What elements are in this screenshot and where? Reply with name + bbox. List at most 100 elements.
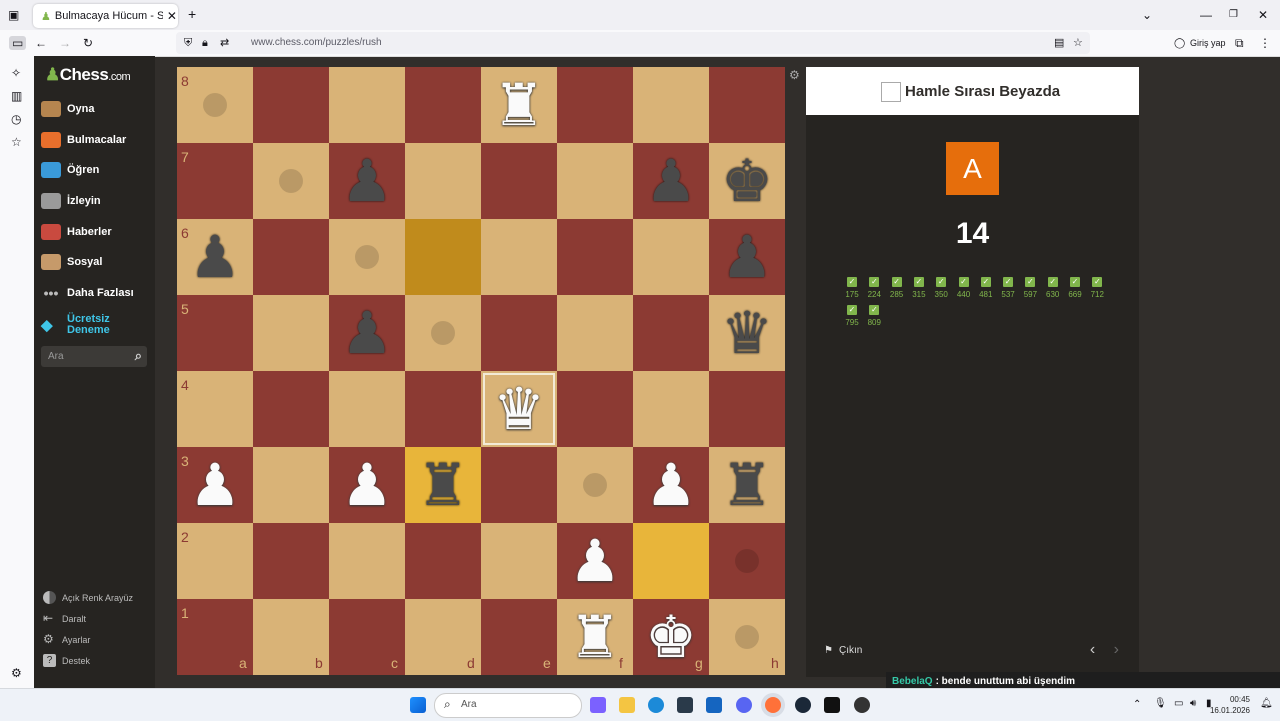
move-hint-dot[interactable] [583,473,607,497]
copilot-icon[interactable] [590,697,606,713]
bookmarks-icon[interactable]: ☆ [11,135,22,149]
piece-b-a6[interactable]: ♟ [177,219,253,295]
outlook-icon[interactable] [706,697,722,713]
move-hint-dot[interactable] [431,321,455,345]
nav-item-puzzles[interactable]: Bulmacalar [41,130,126,150]
solved-puzzle-mark[interactable]: ✓ 597 [1019,277,1041,299]
steam-icon[interactable] [795,697,811,713]
shield-icon[interactable]: ⛨ [184,36,192,50]
network-icon[interactable]: ▭ [1174,697,1183,711]
browser-tab-active[interactable]: ♟ Bulmacaya Hücum - Satranç Bu ✕ [33,4,178,28]
support-button[interactable]: ? Destek [43,654,90,667]
nav-item-watch[interactable]: İzleyin [41,191,101,211]
solved-puzzle-mark[interactable]: ✓ 285 [886,277,908,299]
square-b8[interactable] [253,67,329,143]
square-f4[interactable] [557,371,633,447]
square-f5[interactable] [557,295,633,371]
window-close-icon[interactable]: ✕ [1258,8,1268,22]
minimize-icon[interactable]: — [1200,8,1212,22]
sidebar-settings-icon[interactable]: ⚙ [11,666,22,680]
piece-w-g1[interactable]: ♚ [633,599,709,675]
piece-w-f2[interactable]: ♟ [557,523,633,599]
menu-icon[interactable]: ⋮ [1259,36,1271,50]
extensions-icon[interactable]: ⧉ [1235,36,1244,50]
move-hint-dot[interactable] [735,549,759,573]
permissions-icon[interactable]: ⇄ [220,36,229,50]
square-e3[interactable] [481,447,557,523]
square-b2[interactable] [253,523,329,599]
history-icon[interactable]: ◷ [11,112,21,126]
square-d8[interactable] [405,67,481,143]
epic-games-icon[interactable] [824,697,840,713]
firefox-icon[interactable] [765,697,781,713]
maximize-icon[interactable]: ❐ [1229,8,1238,22]
piece-b-h3[interactable]: ♜ [709,447,785,523]
piece-w-a3[interactable]: ♟ [177,447,253,523]
square-e6[interactable] [481,219,557,295]
nav-item-play[interactable]: Oyna [41,99,95,119]
edge-icon[interactable] [648,697,664,713]
solved-puzzle-mark[interactable]: ✓ 630 [1042,277,1064,299]
nav-item-news[interactable]: Haberler [41,222,112,242]
piece-w-e8[interactable]: ♜ [481,67,557,143]
piece-w-c3[interactable]: ♟ [329,447,405,523]
solved-puzzle-mark[interactable]: ✓ 712 [1086,277,1108,299]
square-f7[interactable] [557,143,633,219]
store-icon[interactable] [677,697,693,713]
discord-icon[interactable] [736,697,752,713]
solved-puzzle-mark[interactable]: ✓ 350 [930,277,952,299]
square-f8[interactable] [557,67,633,143]
light-ui-toggle[interactable]: Açık Renk Arayüz [43,591,133,604]
previous-arrow-icon[interactable]: ‹ [1090,641,1095,658]
file-explorer-icon[interactable] [619,697,635,713]
collapse-button[interactable]: ⇤ Daralt [43,612,86,625]
solved-puzzle-mark[interactable]: ✓ 809 [863,305,885,327]
search-icon[interactable]: ⌕ [135,348,142,364]
tab-overview-icon[interactable]: ▣ [8,8,19,22]
notification-bell-icon[interactable]: 🔔︎ [1260,697,1273,711]
square-h8[interactable] [709,67,785,143]
nav-item-learn[interactable]: Öğren [41,160,99,180]
move-hint-dot[interactable] [735,625,759,649]
nav-search-input[interactable]: Ara ⌕ [41,346,147,367]
forward-icon[interactable]: → [59,36,71,50]
square-d7[interactable] [405,143,481,219]
exit-button[interactable]: ⚑ Çıkın [824,645,862,656]
lock-icon[interactable]: 🔒︎ [202,36,208,50]
square-c4[interactable] [329,371,405,447]
piece-b-h6[interactable]: ♟ [709,219,785,295]
nav-item-social[interactable]: Sosyal [41,252,102,272]
back-icon[interactable]: ← [35,36,47,50]
close-tab-icon[interactable]: ✕ [167,9,177,23]
move-hint-dot[interactable] [203,93,227,117]
square-b4[interactable] [253,371,329,447]
microphone-icon[interactable]: 🎙︎ [1154,697,1167,711]
signin-link[interactable]: Giriş yap [1190,38,1226,48]
square-c2[interactable] [329,523,405,599]
volume-icon[interactable]: 🔊︎ [1190,697,1196,711]
solved-puzzle-mark[interactable]: ✓ 224 [863,277,885,299]
reader-view-icon[interactable]: ▤ [1054,36,1064,50]
square-h4[interactable] [709,371,785,447]
solved-puzzle-mark[interactable]: ✓ 669 [1064,277,1086,299]
taskbar-clock[interactable]: 00:45 16.01.2026 [1210,694,1250,716]
solved-puzzle-mark[interactable]: ✓ 175 [841,277,863,299]
new-tab-icon[interactable]: + [188,7,196,21]
square-c8[interactable] [329,67,405,143]
ai-sparkle-icon[interactable]: ✧ [11,66,21,80]
square-b5[interactable] [253,295,329,371]
solved-puzzle-mark[interactable]: ✓ 481 [975,277,997,299]
address-bar[interactable]: ⛨ 🔒︎ ⇄ www.chess.com/puzzles/rush ▤ ☆ [176,32,1090,54]
next-arrow-icon[interactable]: › [1114,641,1119,658]
square-g2[interactable] [633,523,709,599]
square-b3[interactable] [253,447,329,523]
tab-list-chevron-icon[interactable]: ⌄ [1142,8,1152,22]
windows-start-icon[interactable] [410,697,426,713]
piece-w-f1[interactable]: ♜ [557,599,633,675]
piece-b-d3[interactable]: ♜ [405,447,481,523]
square-d4[interactable] [405,371,481,447]
square-g8[interactable] [633,67,709,143]
square-e2[interactable] [481,523,557,599]
settings-button[interactable]: ⚙ Ayarlar [43,633,90,646]
square-b6[interactable] [253,219,329,295]
